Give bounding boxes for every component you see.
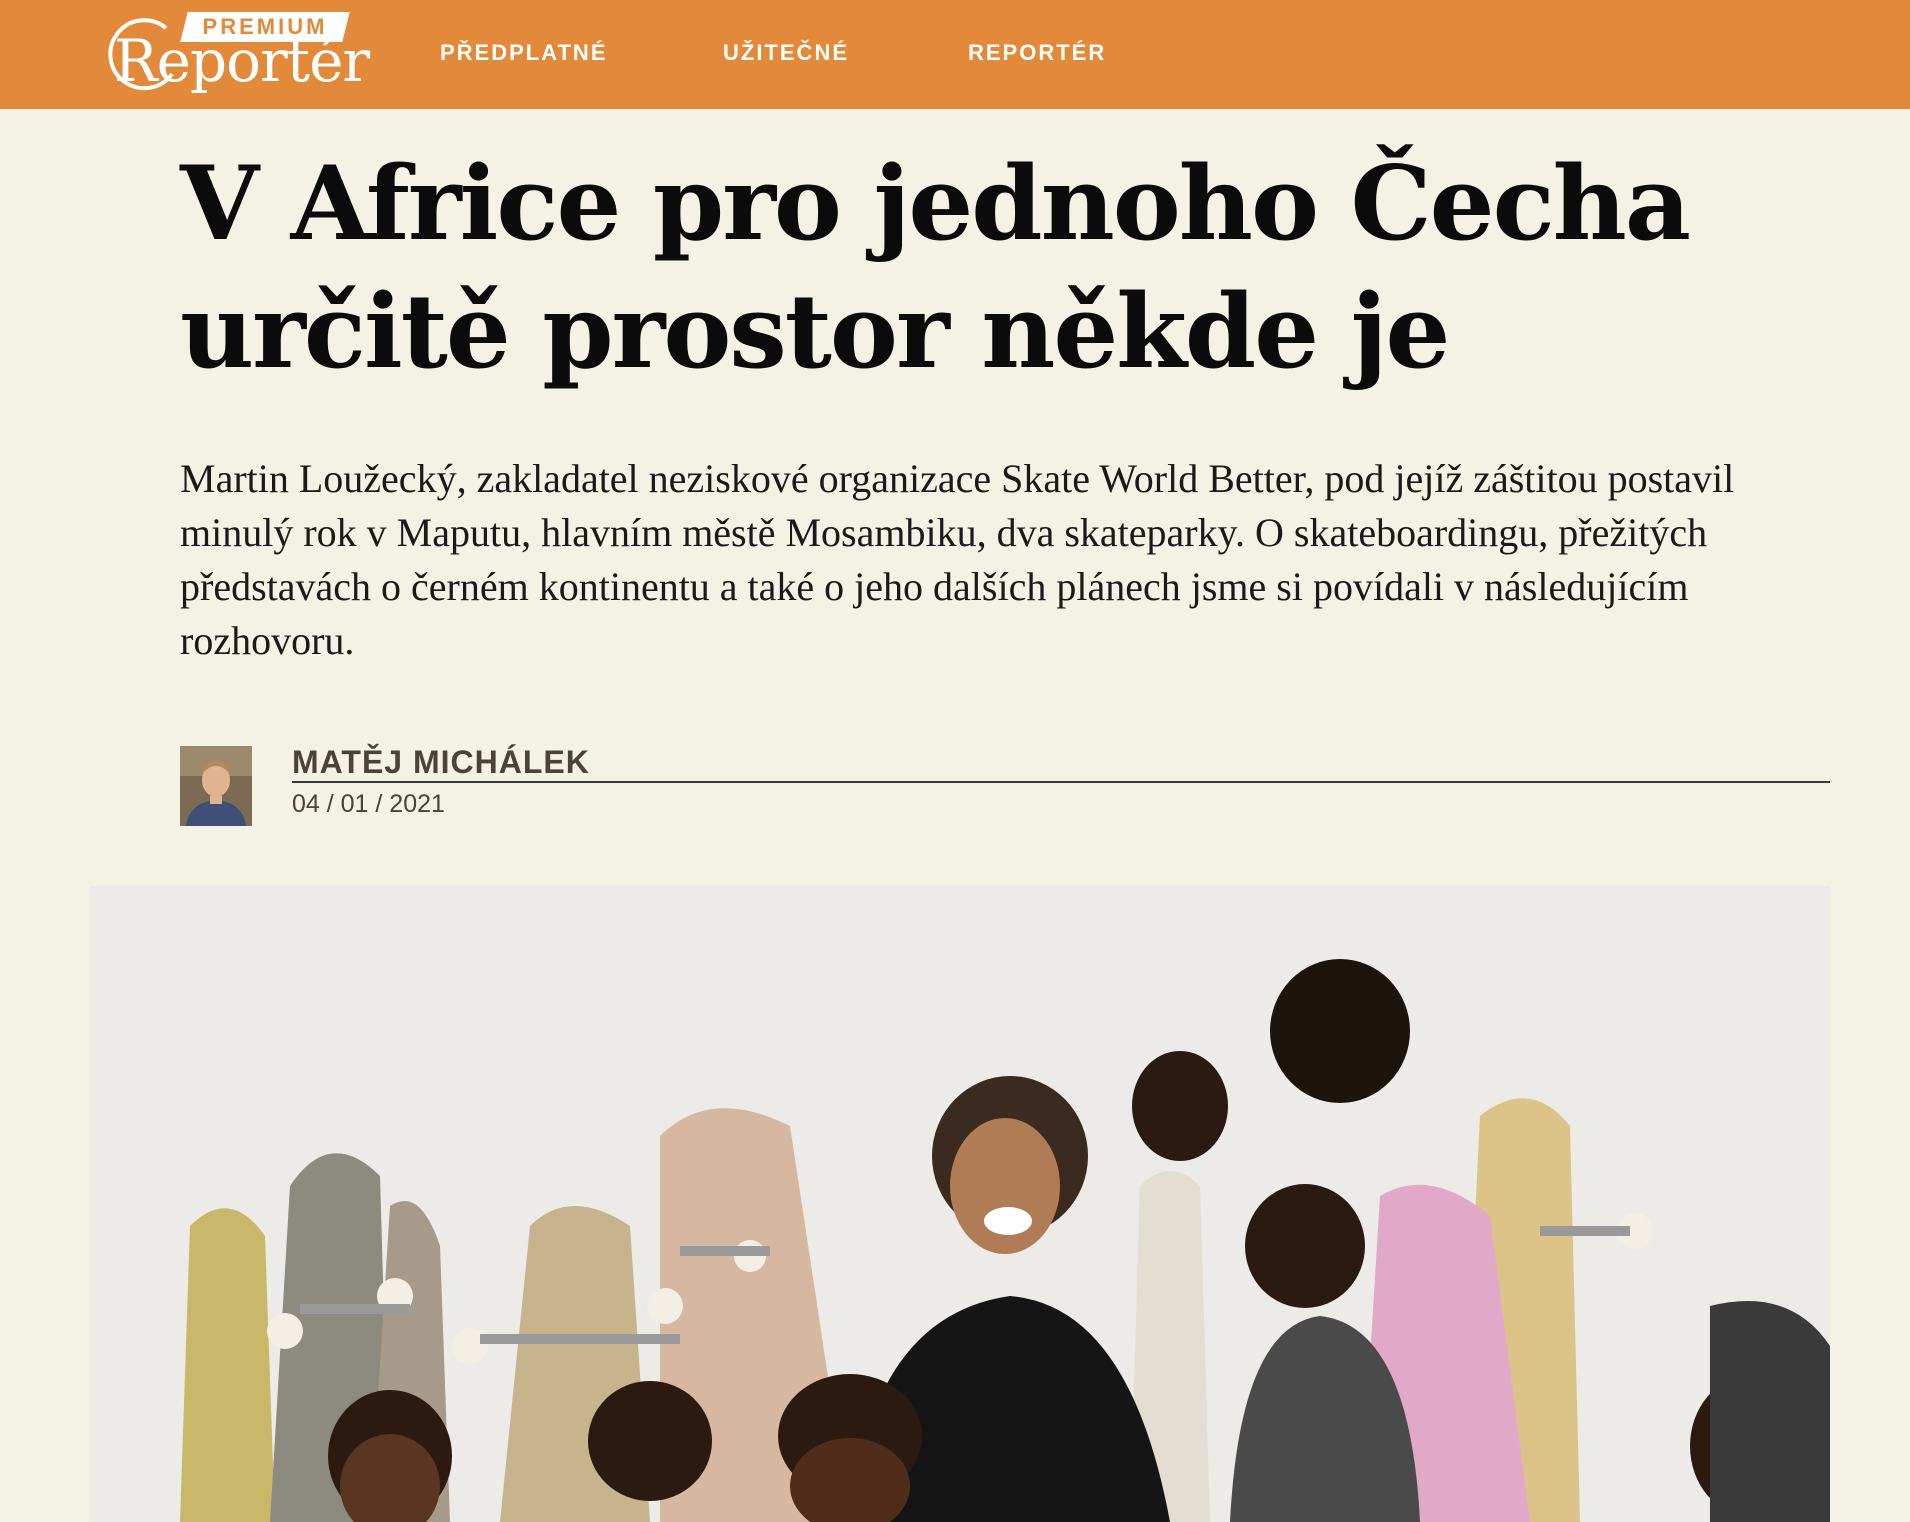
hero-photo <box>90 886 1830 1522</box>
author-avatar[interactable] <box>180 746 252 826</box>
author-name-link[interactable]: MATĚJ MICHÁLEK <box>292 744 590 781</box>
author-portrait-image <box>180 746 252 826</box>
hero-image-skateboards-children <box>90 886 1830 1522</box>
byline-divider <box>292 781 1830 783</box>
publish-date: 04 / 01 / 2021 <box>292 790 445 818</box>
article-headline: V Africe pro jednoho Čecha určitě prosto… <box>180 144 1691 392</box>
logo-wordmark: Reportér <box>114 27 370 95</box>
nav-item-uzitecne[interactable]: UŽITEČNÉ <box>723 40 849 66</box>
reporter-premium-logo[interactable]: PREMIUM Reportér <box>88 8 370 98</box>
article-lede: Martin Loužecký, zakladatel neziskové or… <box>180 456 1735 663</box>
top-navigation-bar: PREMIUM Reportér PŘEDPLATNÉ UŽITEČNÉ REP… <box>0 0 1910 109</box>
nav-item-reporter[interactable]: REPORTÉR <box>968 40 1106 66</box>
nav-item-predplatne[interactable]: PŘEDPLATNÉ <box>440 40 608 66</box>
